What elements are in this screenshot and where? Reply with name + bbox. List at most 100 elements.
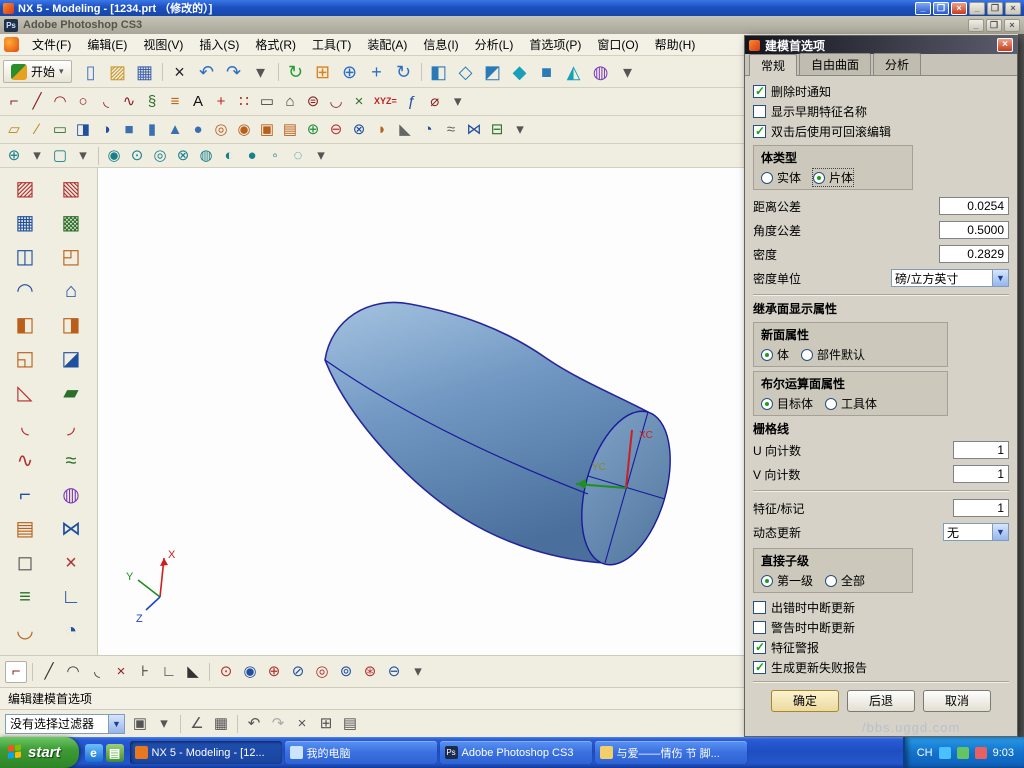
tab-freeform[interactable]: 自由曲面 [799,53,872,75]
checkbox-icon[interactable] [753,84,766,98]
interrupt-on-warning-checkbox[interactable]: 警告时中断更新 [753,617,1009,637]
new-part-icon[interactable]: ▯ [78,59,104,85]
delete-icon[interactable]: × [167,59,193,85]
checkbox-icon[interactable] [753,660,766,674]
cone-icon[interactable]: ▲ [164,119,186,141]
ps-close-button[interactable]: × [1004,18,1020,32]
datum-plane-icon[interactable]: ▱ [3,119,25,141]
menu-item-9[interactable]: 首选项(P) [521,34,589,55]
thicken-icon[interactable]: ⊟ [486,119,508,141]
snap-point-on-curve-icon[interactable]: ◦ [264,145,286,167]
group-curve-icon[interactable]: ⌀ [424,91,446,113]
radio-tool-body[interactable]: 工具体 [825,395,877,412]
photoshop-titlebar[interactable]: Ps Adobe Photoshop CS3 _ ❐ × [0,16,1024,34]
radio-icon[interactable] [825,397,838,410]
boss-icon[interactable]: ◉ [233,119,255,141]
close-button[interactable]: × [951,1,967,15]
law-extension-icon[interactable]: ◨ [56,310,86,340]
restore-button[interactable]: ❐ [933,1,949,15]
open-icon[interactable]: ▨ [105,59,131,85]
back-button[interactable]: 后退 [847,690,915,712]
menu-item-8[interactable]: 分析(L) [467,34,522,55]
edge-blend-icon[interactable]: ◗ [371,119,393,141]
checkbox-icon[interactable] [753,124,766,138]
filter-type-icon[interactable]: ▣ [129,713,151,735]
copy-small-icon[interactable]: ⊞ [315,713,337,735]
fit-view-icon[interactable]: ⊞ [310,59,336,85]
radio-first-level[interactable]: 第一级 [761,572,813,589]
sew-surface-icon[interactable]: ⋈ [56,514,86,544]
tray-antivirus-icon[interactable] [956,746,969,759]
menu-item-11[interactable]: 帮助(H) [647,34,704,55]
through-curve-mesh-icon[interactable]: ▩ [56,208,86,238]
distance-tolerance-input[interactable]: 0.0254 [939,197,1009,215]
chamfer-icon[interactable]: ◣ [394,119,416,141]
bridge-surface-icon[interactable]: ◠ [10,276,40,306]
taskbar-task-2[interactable]: Ps Adobe Photoshop CS3 [439,741,592,764]
profile-icon[interactable]: ⌐ [3,91,25,113]
radio-icon[interactable] [801,348,814,361]
ellipse-icon[interactable]: ⊜ [302,91,324,113]
chevron-down-icon[interactable]: ▼ [992,524,1008,540]
quilt-surface-icon[interactable]: ▤ [10,514,40,544]
sketch-line-icon[interactable]: ╱ [38,661,60,683]
fillet-curve-icon[interactable]: ◟ [95,91,117,113]
isometric-view-icon[interactable]: ◆ [507,59,533,85]
silhouette-flange-icon[interactable]: ⌐ [10,480,40,510]
block-icon[interactable]: ■ [118,119,140,141]
radio-icon[interactable] [761,397,773,410]
radio-solid-body[interactable]: 实体 [761,169,801,186]
redo-small-icon[interactable]: ↷ [267,713,289,735]
snap-control-point-icon[interactable]: ◎ [149,145,171,167]
intersection-point-icon[interactable]: × [348,91,370,113]
coordinates-icon[interactable]: XYZ= [371,91,400,113]
polygon-icon[interactable]: ⌂ [279,91,301,113]
snap-intersection-icon[interactable]: ⊗ [172,145,194,167]
ps-restore-button[interactable]: ❐ [986,18,1002,32]
taskbar-task-0[interactable]: NX 5 - Modeling - [12... [129,741,282,764]
start-button[interactable]: start [0,737,79,768]
update-failure-report-checkbox[interactable]: 生成更新失败报告 [753,657,1009,677]
conic-icon[interactable]: ◡ [325,91,347,113]
quick-trim-icon[interactable]: × [110,661,132,683]
menu-item-0[interactable]: 文件(F) [24,34,79,55]
line-icon[interactable]: ╱ [26,91,48,113]
subtract-icon[interactable]: ⊖ [325,119,347,141]
undo-small-icon[interactable]: ↶ [243,713,265,735]
hole-icon[interactable]: ◎ [210,119,232,141]
section-surface-icon[interactable]: ◰ [56,242,86,272]
sketch-chamfer-icon[interactable]: ◣ [182,661,204,683]
snap-quadrant-icon[interactable]: ◐ [218,145,240,167]
sketch-fillet-icon[interactable]: ◟ [86,661,108,683]
orient-view-icon[interactable]: ◭ [561,59,587,85]
menu-item-5[interactable]: 工具(T) [304,34,359,55]
tray-volume-icon[interactable] [974,746,987,759]
refresh-icon[interactable]: ↻ [283,59,309,85]
surface-analysis-icon[interactable]: ◔ [56,616,86,646]
constraint-icon-3[interactable]: ⊕ [263,661,285,683]
quick-extend-icon[interactable]: ⊦ [134,661,156,683]
menu-item-10[interactable]: 窗口(O) [589,34,646,55]
cylinder-icon[interactable]: ▮ [141,119,163,141]
checkbox-icon[interactable] [753,640,766,654]
bg-close-button[interactable]: × [1005,1,1021,15]
shell-icon[interactable]: ◔ [417,119,439,141]
interrupt-on-error-checkbox[interactable]: 出错时中断更新 [753,597,1009,617]
through-curves-icon[interactable]: ▦ [10,208,40,238]
chevron-down-icon[interactable]: ▼ [108,714,124,733]
feature-alert-checkbox[interactable]: 特征警报 [753,637,1009,657]
sew-icon[interactable]: ⋈ [463,119,485,141]
snap-existing-point-icon[interactable]: ● [241,145,263,167]
selection-filter-combo[interactable]: 没有选择过滤器 ▼ [5,713,125,734]
constraint-icon-2[interactable]: ◉ [239,661,261,683]
soft-blend-icon[interactable]: ∿ [10,446,40,476]
sketch-icon[interactable]: ▭ [49,119,71,141]
dropdown-icon[interactable]: ▾ [407,661,429,683]
snap-endpoint-icon[interactable]: ◉ [103,145,125,167]
taskbar-task-3[interactable]: 与爱——情伤 节 脚... [594,741,747,764]
x-form-icon[interactable]: × [56,548,86,578]
dropdown-icon[interactable]: ▾ [72,145,94,167]
ruled-surface-icon[interactable]: ▧ [56,174,86,204]
menu-item-4[interactable]: 格式(R) [247,34,304,55]
circle-icon[interactable]: ○ [72,91,94,113]
